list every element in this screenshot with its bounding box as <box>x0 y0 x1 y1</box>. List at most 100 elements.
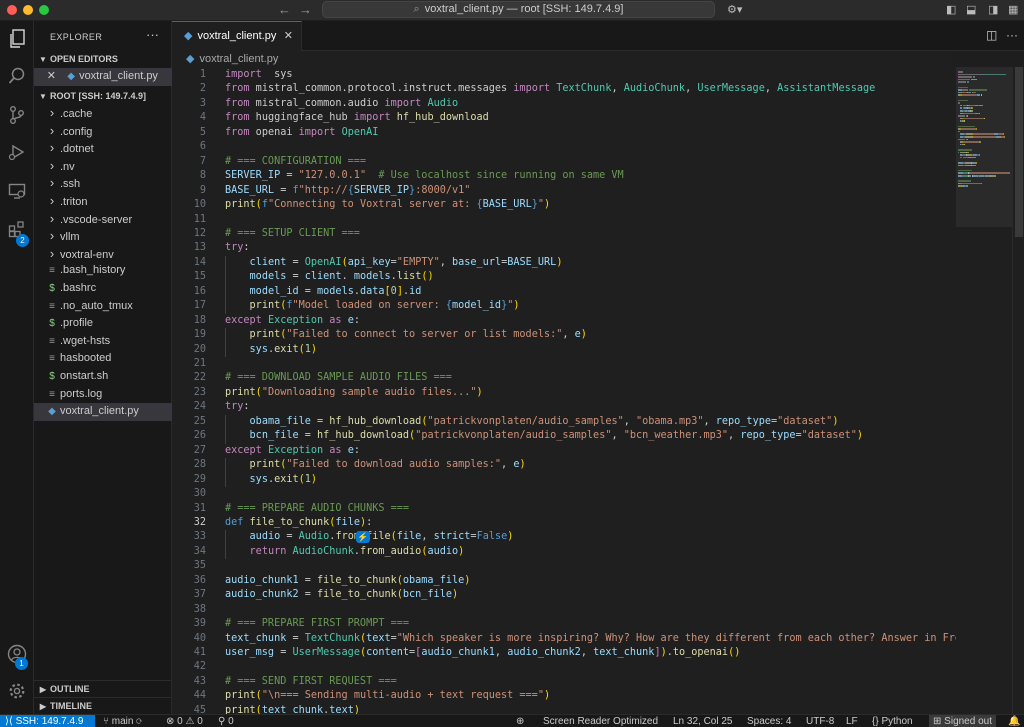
screen-reader-mode[interactable]: Screen Reader Optimized <box>543 715 658 727</box>
file-tree-item[interactable]: ≡ hasbooted <box>34 350 172 368</box>
chevron-down-icon: ▼ <box>39 92 47 101</box>
minimap-token <box>982 104 984 107</box>
line-number: 34 <box>193 545 206 557</box>
file-tree-item[interactable]: › .triton <box>34 192 172 210</box>
file-tree-item[interactable]: › .config <box>34 122 172 140</box>
file-tree-label: ports.log <box>60 387 103 400</box>
file-tree-item[interactable]: ≡ .bash_history <box>34 262 172 280</box>
forward-arrow-icon[interactable]: → <box>299 2 312 17</box>
code-editor[interactable]: 1 import sys 2 from mistral_common.protocol… <box>172 67 956 714</box>
split-editor-icon[interactable]: ◫ <box>986 28 997 42</box>
file-tree-item[interactable]: › .vscode-server <box>34 210 172 228</box>
vertical-scrollbar[interactable] <box>1012 67 1024 714</box>
open-editor-item[interactable]: ✕ ◆ voxtral_client.py <box>34 68 172 86</box>
minimap-token <box>994 175 996 177</box>
minimap-token <box>958 125 975 128</box>
end-of-line[interactable]: LF <box>846 715 858 727</box>
outline-header[interactable]: ▶ OUTLINE <box>34 680 172 697</box>
file-tree-item[interactable]: › .ssh <box>34 174 172 192</box>
file-tree-item[interactable]: $ onstart.sh <box>34 368 172 386</box>
toggle-panel-icon[interactable]: ⬓ <box>966 3 976 16</box>
run-debug-icon[interactable] <box>5 143 29 167</box>
remote-indicator[interactable]: ⟩⟨ SSH: 149.7.4.9 <box>0 715 95 727</box>
timeline-header[interactable]: ▶ TIMELINE <box>34 697 172 714</box>
code-text: print(f"Model loaded on server: {model_i… <box>249 300 520 312</box>
encoding[interactable]: UTF-8 <box>806 715 834 727</box>
minimap-token <box>970 78 978 81</box>
line-number: 32 <box>193 516 206 528</box>
error-icon: ⊗ <box>166 716 178 727</box>
more-actions-icon[interactable]: ··· <box>146 27 159 42</box>
more-actions-icon[interactable]: ··· <box>1006 28 1018 42</box>
minimap-token <box>969 89 988 91</box>
file-tree-item[interactable]: $ .bashrc <box>34 280 172 298</box>
file-tree-item[interactable]: › .nv <box>34 157 172 175</box>
line-number: 36 <box>193 574 206 586</box>
breadcrumb[interactable]: ◆ voxtral_client.py <box>172 51 952 67</box>
quick-fix-icon[interactable]: ⚡ <box>356 531 370 544</box>
language-label: Python <box>881 716 913 727</box>
explorer-icon[interactable] <box>5 29 29 53</box>
problems-item[interactable]: ⊗ 0 ⚠ 0 <box>166 715 203 727</box>
minimap[interactable] <box>956 67 1012 714</box>
branch-item[interactable]: ⑂ main ⟳ <box>103 715 142 727</box>
language-mode[interactable]: {} Python <box>872 715 913 727</box>
source-control-icon[interactable] <box>5 105 29 129</box>
back-arrow-icon[interactable]: ← <box>278 2 291 17</box>
indentation[interactable]: Spaces: 4 <box>747 715 791 727</box>
file-tree-item[interactable]: › .cache <box>34 104 172 122</box>
line-number: 7 <box>199 155 206 167</box>
line-number: 42 <box>193 661 206 673</box>
editor-tab-bar: ◆ voxtral_client.py ✕ ◫ ··· <box>172 21 1024 51</box>
command-center[interactable]: ⌕ voxtral_client.py — root [SSH: 149.7.4.… <box>322 1 715 18</box>
minimize-window-button[interactable] <box>23 5 33 15</box>
breadcrumb-file: voxtral_client.py <box>199 53 279 65</box>
code-text: # === SEND FIRST REQUEST === <box>225 675 397 687</box>
copilot-icon[interactable]: ⚙▾ <box>727 3 742 16</box>
minimap-token <box>972 76 976 78</box>
file-tree-item[interactable]: ≡ .no_auto_tmux <box>34 298 172 316</box>
file-tree-label: .config <box>60 125 93 138</box>
manage-gear-icon[interactable] <box>5 682 29 706</box>
close-window-button[interactable] <box>7 5 17 15</box>
minimap-token <box>961 94 977 96</box>
minimap-token <box>964 143 966 146</box>
open-editors-header[interactable]: ▼ OPEN EDITORS <box>34 51 172 68</box>
scrollbar-thumb[interactable] <box>1015 67 1023 237</box>
close-icon[interactable]: ✕ <box>284 22 293 51</box>
zoom-icon[interactable]: ⊕ <box>516 715 524 727</box>
tab-voxtral-client[interactable]: ◆ voxtral_client.py ✕ <box>172 21 302 51</box>
file-tree-item[interactable]: › voxtral-env <box>34 245 172 263</box>
tab-label: voxtral_client.py <box>197 30 277 42</box>
line-number: 41 <box>193 647 206 658</box>
code-text: BASE_URL = f"http://{SERVER_IP}:8000/v1" <box>225 184 471 196</box>
python-file-icon: ◆ <box>184 30 193 42</box>
code-text: print("\n=== Sending multi-audio + text … <box>225 690 551 702</box>
search-icon[interactable] <box>5 67 29 91</box>
python-file-icon: ◆ <box>67 71 75 82</box>
cursor-position[interactable]: Ln 32, Col 25 <box>673 715 733 727</box>
file-tree-item[interactable]: ≡ ports.log <box>34 386 172 404</box>
close-icon[interactable]: ✕ <box>34 68 56 86</box>
code-text: print(f"Connecting to Voxtral server at:… <box>225 199 551 211</box>
file-tree-label: voxtral-env <box>60 248 114 261</box>
ports-item[interactable]: ⚲ 0 <box>218 715 234 727</box>
file-tree-item[interactable]: › .dotnet <box>34 139 172 157</box>
remote-explorer-icon[interactable] <box>5 182 29 206</box>
notifications-bell-icon[interactable]: 🔔 <box>1008 715 1020 727</box>
file-tree-item[interactable]: › vllm <box>34 227 172 245</box>
line-number: 45 <box>193 704 206 714</box>
maximize-window-button[interactable] <box>39 5 49 15</box>
file-tree-item[interactable]: ◆ voxtral_client.py <box>34 403 172 421</box>
file-tree-item[interactable]: $ .profile <box>34 315 172 333</box>
account-status[interactable]: ⊞ Signed out <box>929 715 996 727</box>
file-tree-item[interactable]: ≡ .wget-hsts <box>34 333 172 351</box>
indent-guide <box>225 270 226 285</box>
minimap-token <box>979 141 981 143</box>
workspace-root-header[interactable]: ▼ ROOT [SSH: 149.7.4.9] <box>34 88 172 105</box>
window-title: voxtral_client.py — root [SSH: 149.7.4.9… <box>424 3 624 15</box>
customize-layout-icon[interactable]: ▦ <box>1008 3 1018 16</box>
minimap-token <box>974 164 976 167</box>
toggle-primary-sidebar-icon[interactable]: ◧ <box>946 3 956 16</box>
toggle-secondary-sidebar-icon[interactable]: ◨ <box>988 3 998 16</box>
